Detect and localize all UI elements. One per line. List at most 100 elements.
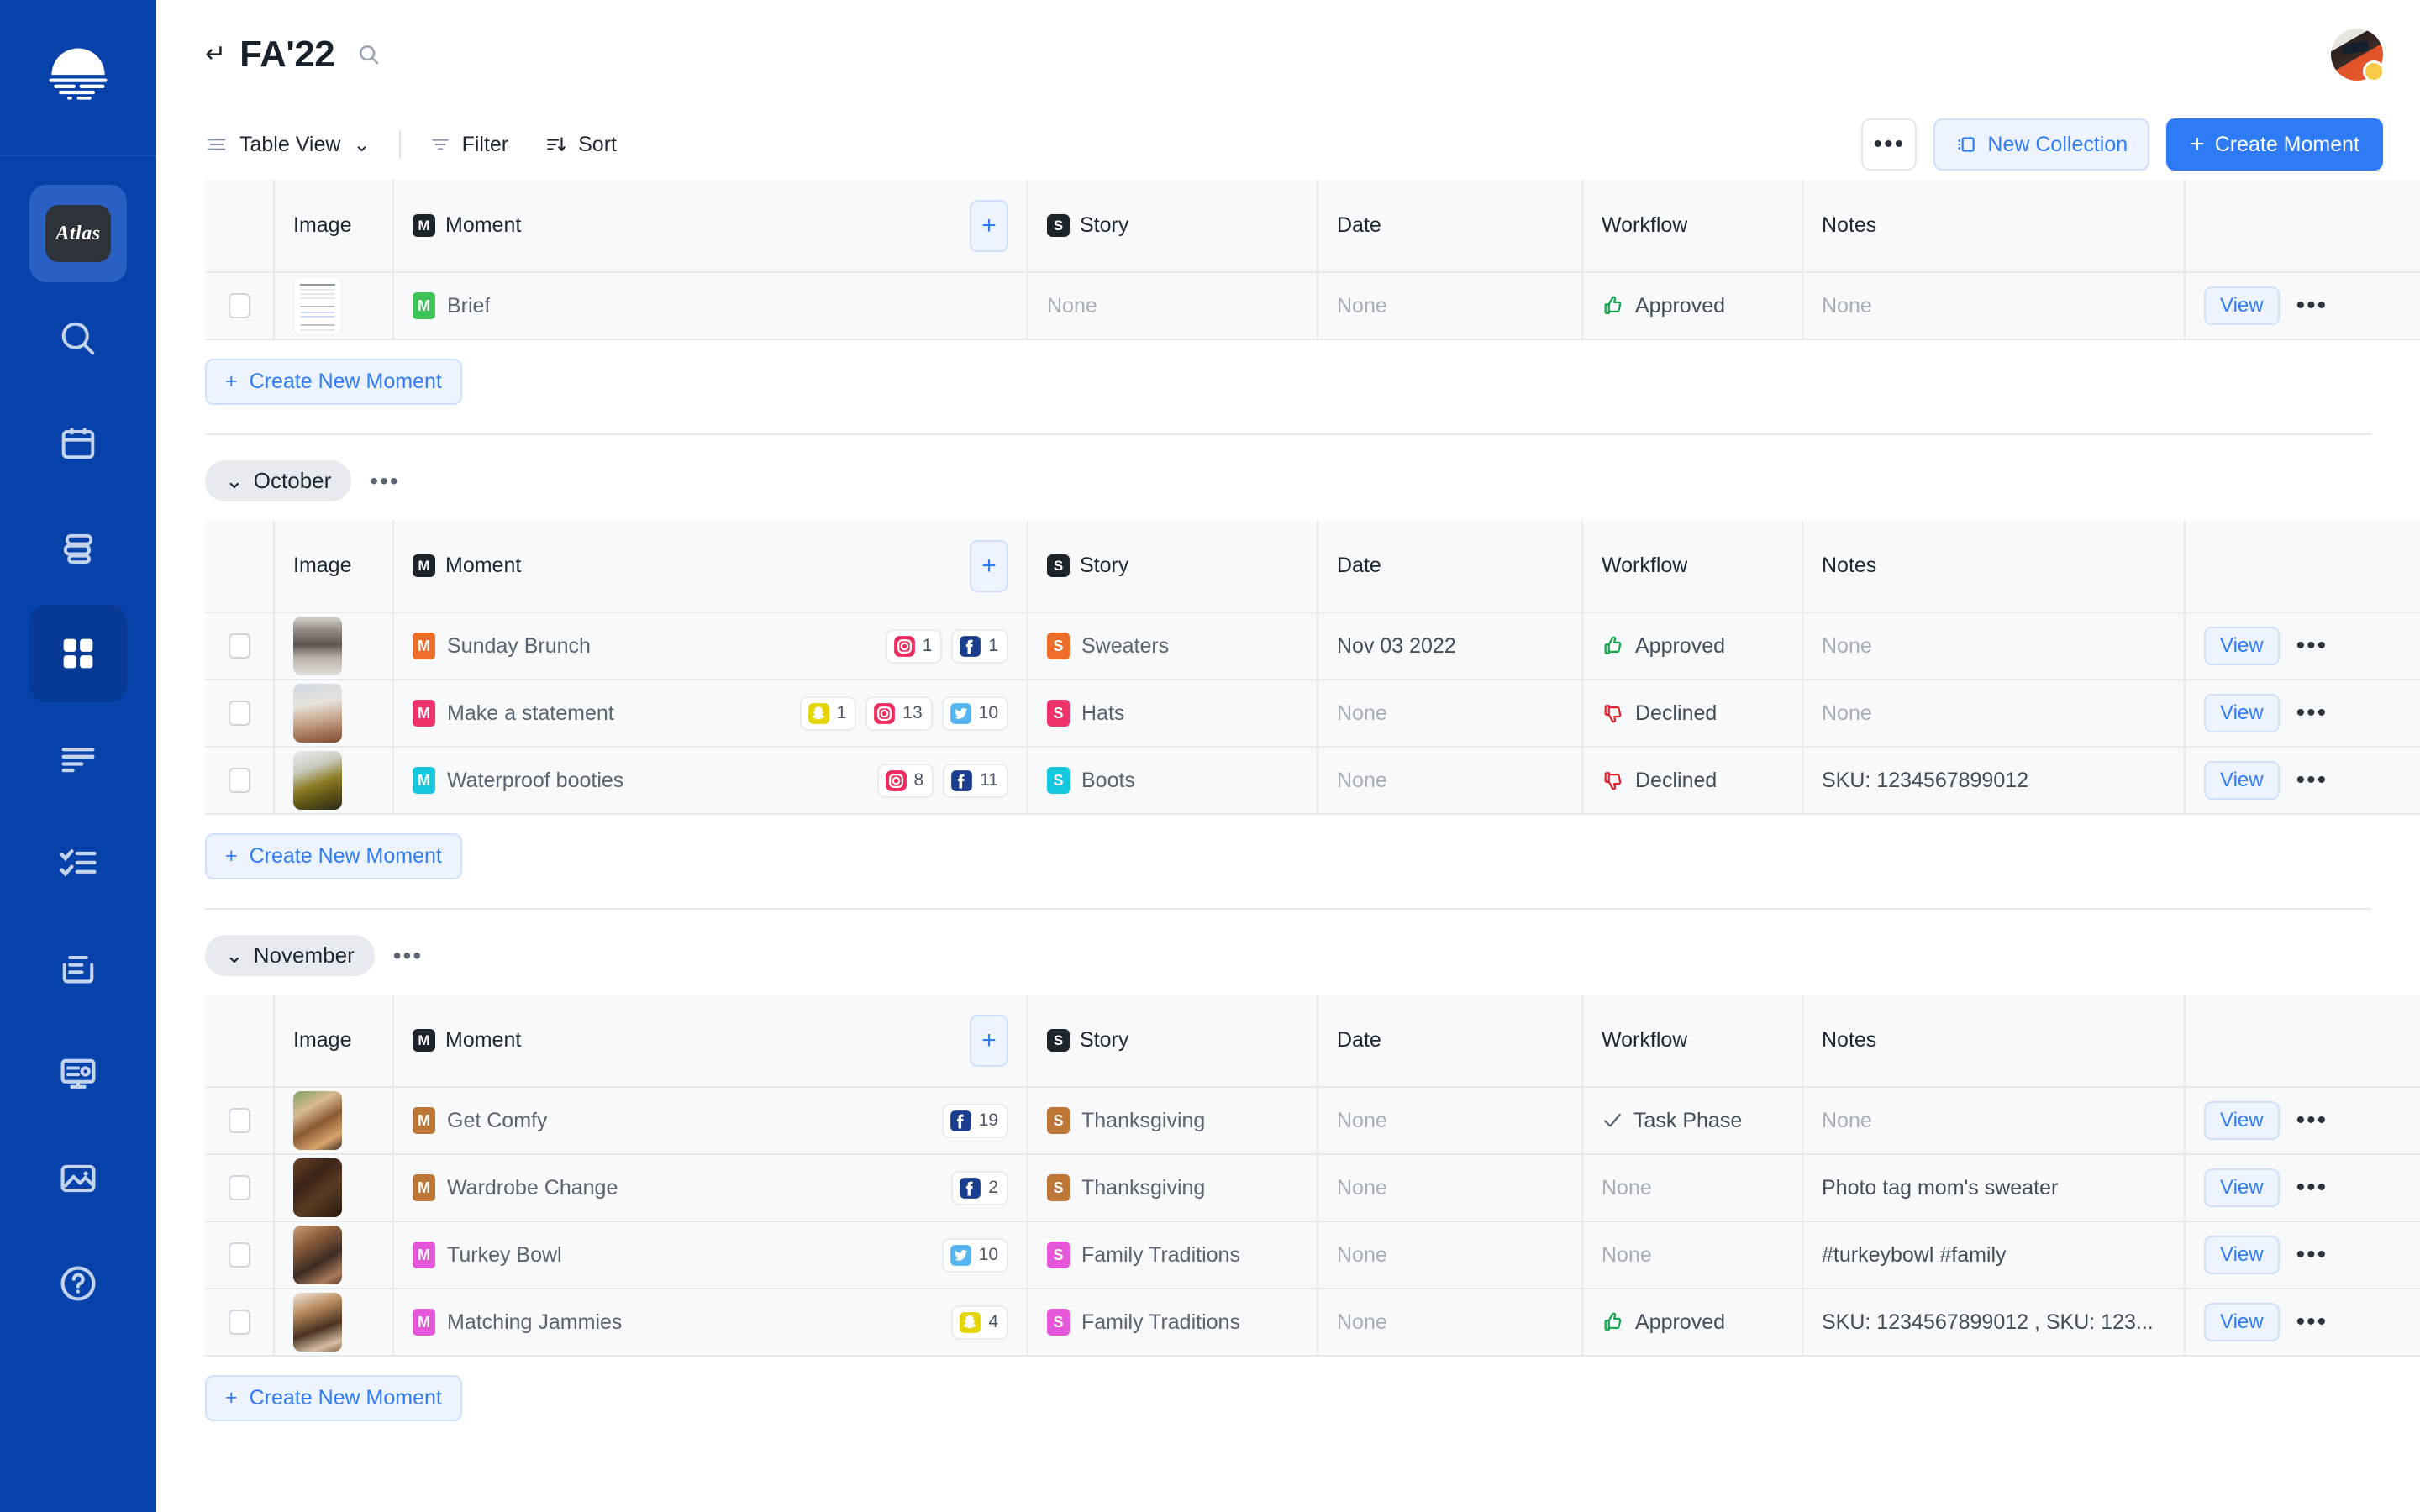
group-toggle-october[interactable]: ⌄ October <box>205 460 352 501</box>
row-more-button[interactable]: ••• <box>2296 768 2328 793</box>
row-notes-cell[interactable]: None <box>1802 1086 2185 1154</box>
add-column-button[interactable]: + <box>970 199 1008 252</box>
row-story-cell[interactable]: S Family Traditions <box>1027 1221 1318 1289</box>
row-more-button[interactable]: ••• <box>2296 1108 2328 1133</box>
sidebar-item-tasks[interactable] <box>29 815 127 912</box>
social-badge-facebook[interactable]: 2 <box>951 1170 1008 1205</box>
row-more-button[interactable]: ••• <box>2296 1175 2328 1200</box>
row-date-cell[interactable]: None <box>1317 1086 1582 1154</box>
row-story-cell[interactable]: S Thanksgiving <box>1027 1153 1318 1221</box>
view-button[interactable]: View <box>2204 1168 2280 1207</box>
sidebar-item-stack[interactable] <box>29 500 127 597</box>
row-more-button[interactable]: ••• <box>2296 293 2328 318</box>
header-notes[interactable]: Notes <box>1802 180 2185 272</box>
social-badge-instagram[interactable]: 13 <box>865 696 933 731</box>
create-new-moment-button[interactable]: + Create New Moment <box>205 833 462 879</box>
view-button[interactable]: View <box>2204 1236 2280 1274</box>
row-notes-cell[interactable]: None <box>1802 271 2185 340</box>
sidebar-item-briefs[interactable] <box>29 710 127 807</box>
header-story[interactable]: S Story <box>1027 995 1318 1087</box>
row-more-button[interactable]: ••• <box>2296 633 2328 659</box>
table-row[interactable]: M Make a statement 1 13 10 S Hats None Declined N… <box>205 679 2420 747</box>
row-workflow-cell[interactable]: Approved <box>1581 1288 1802 1357</box>
social-badge-instagram[interactable]: 8 <box>876 763 934 798</box>
header-story[interactable]: S Story <box>1027 180 1318 272</box>
sidebar-item-collections[interactable] <box>29 605 127 702</box>
social-badge-snapchat[interactable]: 4 <box>951 1305 1008 1340</box>
row-moment-cell[interactable]: M Turkey Bowl 10 <box>392 1221 1028 1289</box>
row-date-cell[interactable]: Nov 03 2022 <box>1317 612 1582 680</box>
app-logo[interactable] <box>0 0 156 156</box>
social-badge-twitter[interactable]: 10 <box>941 1237 1008 1273</box>
photo-thumbnail[interactable] <box>293 751 342 810</box>
social-badge-facebook[interactable]: 19 <box>941 1103 1008 1138</box>
row-notes-cell[interactable]: None <box>1802 612 2185 680</box>
photo-thumbnail[interactable] <box>293 1293 342 1352</box>
row-story-cell[interactable]: S Thanksgiving <box>1027 1086 1318 1154</box>
row-date-cell[interactable]: None <box>1317 679 1582 747</box>
view-button[interactable]: View <box>2204 694 2280 732</box>
header-notes[interactable]: Notes <box>1802 995 2185 1087</box>
social-badge-twitter[interactable]: 10 <box>941 696 1008 731</box>
header-workflow[interactable]: Workflow <box>1581 520 1802 612</box>
back-arrow-icon[interactable]: ↵ <box>205 42 226 67</box>
header-date[interactable]: Date <box>1317 995 1582 1087</box>
table-row[interactable]: M Matching Jammies 4 S Family Traditions None… <box>205 1288 2420 1357</box>
header-image[interactable]: Image <box>273 995 393 1087</box>
photo-thumbnail[interactable] <box>293 684 342 743</box>
sidebar-item-brand-atlas[interactable]: Atlas <box>29 185 127 282</box>
group-toggle-november[interactable]: ⌄ November <box>205 935 375 976</box>
row-story-cell[interactable]: S Family Traditions <box>1027 1288 1318 1357</box>
add-column-button[interactable]: + <box>970 539 1008 592</box>
table-row[interactable]: M Brief None None Approved None View ••• <box>205 271 2420 340</box>
header-image[interactable]: Image <box>273 520 393 612</box>
table-view-selector[interactable]: Table View ⌄ <box>205 133 371 157</box>
row-date-cell[interactable]: None <box>1317 1221 1582 1289</box>
table-row[interactable]: M Sunday Brunch 1 1 S Sweaters Nov 03 2022 Appr… <box>205 612 2420 680</box>
social-badge-snapchat[interactable]: 1 <box>799 696 857 731</box>
header-notes[interactable]: Notes <box>1802 520 2185 612</box>
row-more-button[interactable]: ••• <box>2296 1242 2328 1268</box>
header-image[interactable]: Image <box>273 180 393 272</box>
header-story[interactable]: S Story <box>1027 520 1318 612</box>
row-workflow-cell[interactable]: None <box>1581 1153 1802 1221</box>
row-workflow-cell[interactable]: Approved <box>1581 612 1802 680</box>
row-moment-cell[interactable]: M Brief <box>392 271 1028 340</box>
row-story-cell[interactable]: S Sweaters <box>1027 612 1318 680</box>
sidebar-item-calendar[interactable] <box>29 395 127 492</box>
row-date-cell[interactable]: None <box>1317 1288 1582 1357</box>
row-notes-cell[interactable]: #turkeybowl #family <box>1802 1221 2185 1289</box>
sidebar-item-search[interactable] <box>29 290 127 387</box>
row-notes-cell[interactable]: Photo tag mom's sweater <box>1802 1153 2185 1221</box>
row-story-cell[interactable]: S Hats <box>1027 679 1318 747</box>
create-moment-button[interactable]: + Create Moment <box>2166 118 2383 171</box>
table-row[interactable]: M Turkey Bowl 10 S Family Traditions None None… <box>205 1221 2420 1289</box>
create-new-moment-button[interactable]: + Create New Moment <box>205 359 462 405</box>
view-button[interactable]: View <box>2204 1303 2280 1341</box>
row-moment-cell[interactable]: M Get Comfy 19 <box>392 1086 1028 1154</box>
sidebar-item-presentations[interactable] <box>29 1025 127 1122</box>
document-thumbnail[interactable] <box>293 276 342 335</box>
row-checkbox[interactable] <box>228 701 250 726</box>
row-checkbox[interactable] <box>228 1310 250 1335</box>
sidebar-item-help[interactable] <box>29 1235 127 1332</box>
group-more-button[interactable]: ••• <box>365 469 404 492</box>
table-row[interactable]: M Waterproof booties 8 11 S Boots None Declined… <box>205 746 2420 815</box>
table-row[interactable]: M Get Comfy 19 S Thanksgiving None Task Phase N… <box>205 1086 2420 1154</box>
row-date-cell[interactable]: None <box>1317 1153 1582 1221</box>
view-button[interactable]: View <box>2204 627 2280 665</box>
header-workflow[interactable]: Workflow <box>1581 180 1802 272</box>
create-new-moment-button[interactable]: + Create New Moment <box>205 1375 462 1421</box>
row-workflow-cell[interactable]: None <box>1581 1221 1802 1289</box>
header-moment[interactable]: M Moment + <box>392 995 1028 1087</box>
row-workflow-cell[interactable]: Task Phase <box>1581 1086 1802 1154</box>
row-notes-cell[interactable]: SKU: 1234567899012 , SKU: 123... <box>1802 1288 2185 1357</box>
photo-thumbnail[interactable] <box>293 1091 342 1150</box>
row-checkbox[interactable] <box>228 1242 250 1268</box>
row-more-button[interactable]: ••• <box>2296 1310 2328 1335</box>
more-options-button[interactable]: ••• <box>1861 118 1918 171</box>
view-button[interactable]: View <box>2204 286 2280 325</box>
row-workflow-cell[interactable]: Approved <box>1581 271 1802 340</box>
row-story-cell[interactable]: S Boots <box>1027 746 1318 815</box>
header-date[interactable]: Date <box>1317 520 1582 612</box>
